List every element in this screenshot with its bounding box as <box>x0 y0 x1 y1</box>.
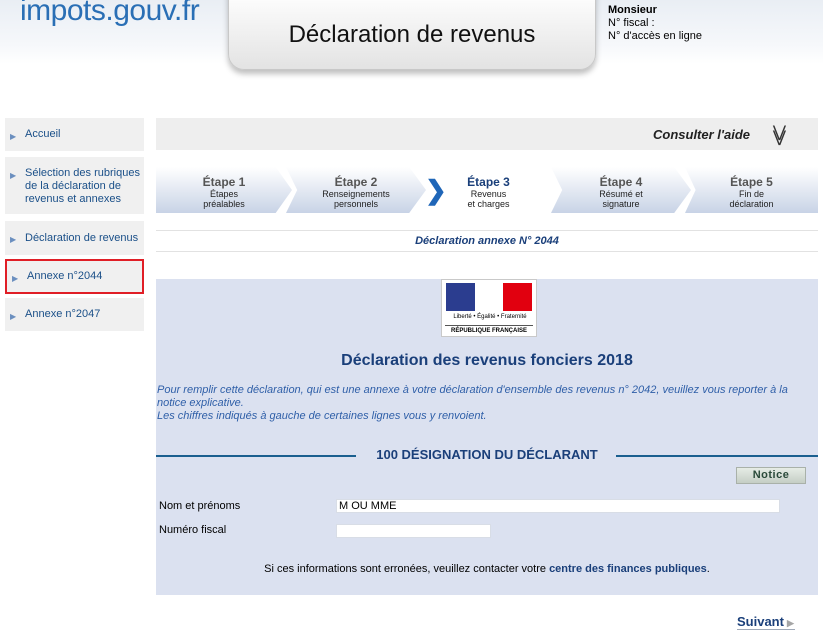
arrow-right-icon: ▶ <box>10 312 17 321</box>
step-1: Étape 1 Étapes préalables <box>156 167 292 213</box>
step-title: Étape 5 <box>730 175 773 189</box>
sidebar-item-label: Déclaration de revenus <box>25 232 139 244</box>
contact-text: Si ces informations sont erronées, veuil… <box>264 563 546 575</box>
annex-title-bar: Déclaration annexe N° 2044 <box>156 230 818 252</box>
instruction-line: Les chiffres indiqués à gauche de certai… <box>157 410 487 422</box>
arrow-right-icon: ▶ <box>12 274 19 283</box>
step-desc: Résumé et <box>599 189 643 199</box>
step-desc: personnels <box>333 199 379 209</box>
sidebar-item-annexe-2047[interactable]: ▶ Annexe n°2047 <box>5 298 144 331</box>
next-underline <box>737 629 795 630</box>
step-desc: Étapes <box>209 189 239 199</box>
sidebar-item-label: Annexe n°2047 <box>25 308 101 320</box>
page: impots.gouv.fr Déclaration de revenus Mo… <box>0 0 823 635</box>
page-title-box: Déclaration de revenus <box>228 0 596 70</box>
help-bar: Consulter l'aide ⋁ ⋁ <box>156 118 818 150</box>
step-progress: Étape 1 Étapes préalables Étape 2 Rensei… <box>156 167 818 213</box>
arrow-right-icon: ▶ <box>786 618 794 628</box>
help-link[interactable]: Consulter l'aide <box>653 127 750 142</box>
step-2: Étape 2 Renseignements personnels <box>286 167 426 213</box>
fiscal-number-label: N° fiscal : <box>608 17 655 29</box>
current-step-arrow-icon: ❯ <box>425 175 447 205</box>
annex-title: Déclaration annexe N° 2044 <box>415 235 559 247</box>
sidebar-item-accueil[interactable]: ▶ Accueil <box>5 118 144 151</box>
form-instructions: Pour remplir cette déclaration, qui est … <box>157 384 817 423</box>
user-name: Monsieur <box>608 4 657 16</box>
section-title: 100 DÉSIGNATION DU DÉCLARANT <box>368 447 606 462</box>
contact-message: Si ces informations sont erronées, veuil… <box>156 563 818 575</box>
page-title: Déclaration de revenus <box>288 21 536 48</box>
next-label: Suivant <box>737 614 784 629</box>
arrow-right-icon: ▶ <box>10 235 17 244</box>
form-panel: Liberté • Égalité • Fraternité RÉPUBLIQU… <box>156 279 818 595</box>
step-desc: signature <box>602 199 640 209</box>
step-desc: déclaration <box>729 199 774 209</box>
step-desc: préalables <box>203 199 245 209</box>
sidebar-item-selection-rubriques[interactable]: ▶ Sélection des rubriques de la déclarat… <box>5 157 144 214</box>
fiscal-number-field[interactable] <box>336 524 491 538</box>
finances-publiques-link[interactable]: centre des finances publiques <box>549 563 707 575</box>
double-chevron-down-icon[interactable]: ⋁ ⋁ <box>773 122 786 146</box>
arrow-right-icon: ▶ <box>10 171 17 180</box>
site-logo[interactable]: impots.gouv.fr <box>20 0 200 28</box>
name-label: Nom et prénoms <box>159 500 241 512</box>
online-access-label: N° d'accès en ligne <box>608 30 702 42</box>
fiscal-number-field-label: Numéro fiscal <box>159 524 227 536</box>
name-field[interactable]: M OU MME <box>336 499 780 513</box>
step-title: Étape 1 <box>202 175 246 189</box>
instruction-line: Pour remplir cette déclaration, qui est … <box>157 384 788 409</box>
sidebar-item-annexe-2044[interactable]: ▶ Annexe n°2044 <box>5 259 144 294</box>
step-5: Étape 5 Fin de déclaration <box>685 167 818 213</box>
contact-end: . <box>706 563 710 575</box>
step-title: Étape 2 <box>334 175 378 189</box>
sidebar-item-declaration-revenus[interactable]: ▶ Déclaration de revenus <box>5 221 144 255</box>
form-title: Déclaration des revenus fonciers 2018 <box>341 352 633 369</box>
section-header: 100 DÉSIGNATION DU DÉCLARANT <box>156 445 818 465</box>
step-4: Étape 4 Résumé et signature <box>551 167 691 213</box>
marianne-flag-icon <box>446 283 533 311</box>
sidebar-item-label: Accueil <box>25 128 61 140</box>
notice-button[interactable]: Notice <box>736 467 806 484</box>
sidebar-item-label: Sélection des rubriques de la déclaratio… <box>25 167 140 205</box>
republic-name: RÉPUBLIQUE FRANÇAISE <box>445 325 533 335</box>
sidebar-item-label: Annexe n°2044 <box>27 270 103 282</box>
republique-francaise-logo: Liberté • Égalité • Fraternité RÉPUBLIQU… <box>441 279 537 337</box>
step-desc: Renseignements <box>322 189 390 199</box>
next-button[interactable]: Suivant ▶ <box>737 614 794 629</box>
user-info: Monsieur N° fiscal : N° d'accès en ligne <box>608 4 702 43</box>
step-desc: Fin de <box>738 189 764 199</box>
section-title-wrap: 100 DÉSIGNATION DU DÉCLARANT <box>156 445 818 465</box>
republic-motto: Liberté • Égalité • Fraternité <box>453 314 527 320</box>
step-title: Étape 4 <box>599 175 643 189</box>
arrow-right-icon: ▶ <box>10 132 17 141</box>
